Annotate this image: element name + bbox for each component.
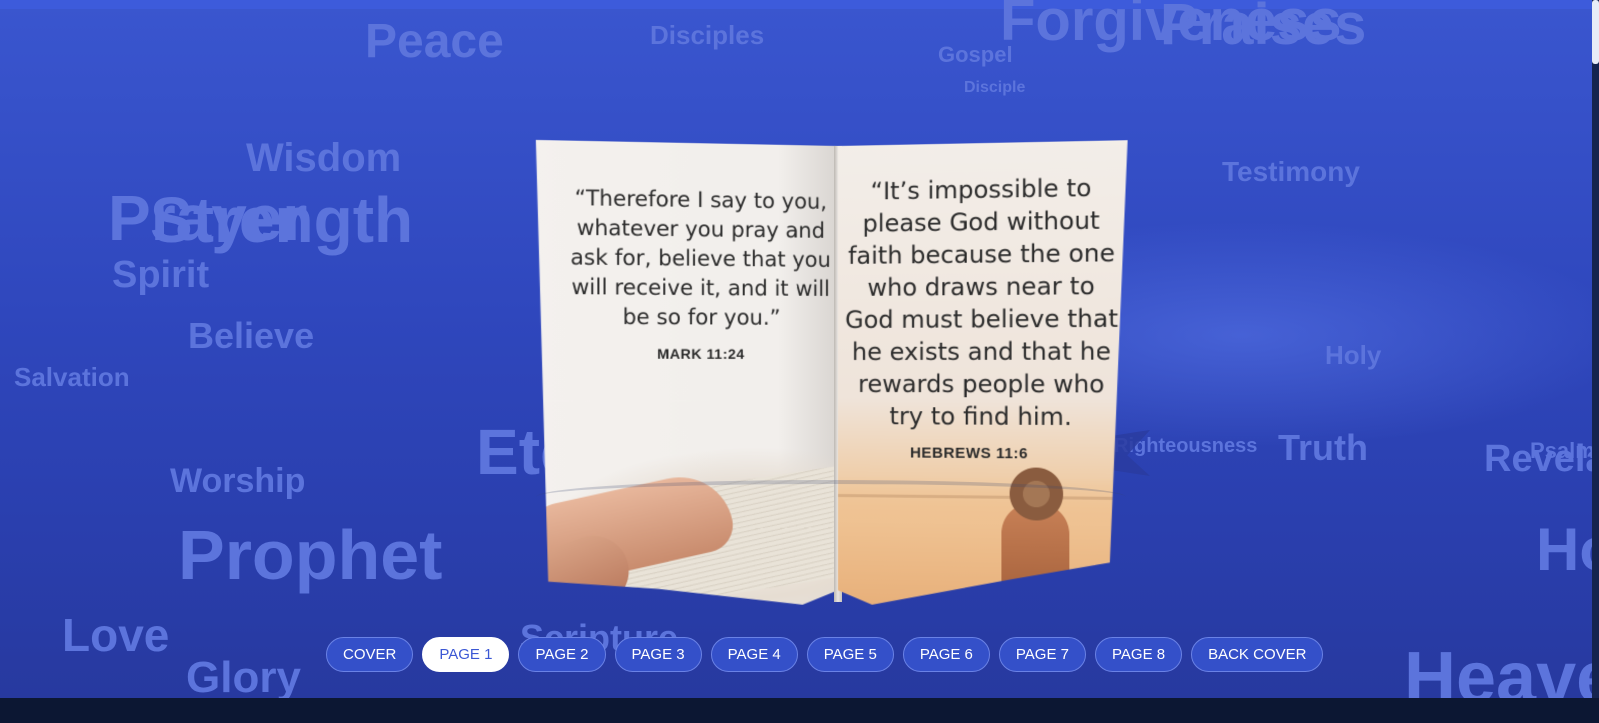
nav-button-page-1[interactable]: PAGE 1 [422,637,510,672]
nav-button-page-6[interactable]: PAGE 6 [902,637,990,672]
right-page-reference: HEBREWS 11:6 [910,444,1029,463]
nav-button-cover[interactable]: COVER [326,637,414,672]
nav-button-page-7[interactable]: PAGE 7 [998,637,1086,672]
nav-button-page-3[interactable]: PAGE 3 [614,637,702,672]
scrollbar-thumb[interactable] [1592,0,1599,64]
right-page-quote: “It’s impossible to please God without f… [845,173,1119,432]
open-book[interactable]: “Therefore I say to you, whatever you pr… [0,0,1592,698]
nav-button-page-4[interactable]: PAGE 4 [710,637,798,672]
flipbook-stage: Peace Disciples Forgiveness Praises Gospel Di… [0,0,1592,698]
nav-button-page-2[interactable]: PAGE 2 [518,637,606,672]
page-navigation: COVER PAGE 1 PAGE 2 PAGE 3 PAGE 4 PAGE 5… [326,637,1324,674]
nav-button-back-cover[interactable]: BACK COVER [1191,637,1324,672]
bottom-bar [0,698,1599,723]
left-page-reference: MARK 11:24 [657,345,745,362]
nav-button-page-5[interactable]: PAGE 5 [806,637,894,672]
page-curl-shadow [536,480,1126,514]
left-page[interactable]: “Therefore I say to you, whatever you pr… [536,140,838,610]
right-page[interactable]: “It’s impossible to please God without f… [838,140,1128,610]
scrollbar-track[interactable] [1592,0,1599,698]
left-page-quote: “Therefore I say to you, whatever you pr… [570,185,831,330]
nav-button-page-8[interactable]: PAGE 8 [1095,637,1183,672]
